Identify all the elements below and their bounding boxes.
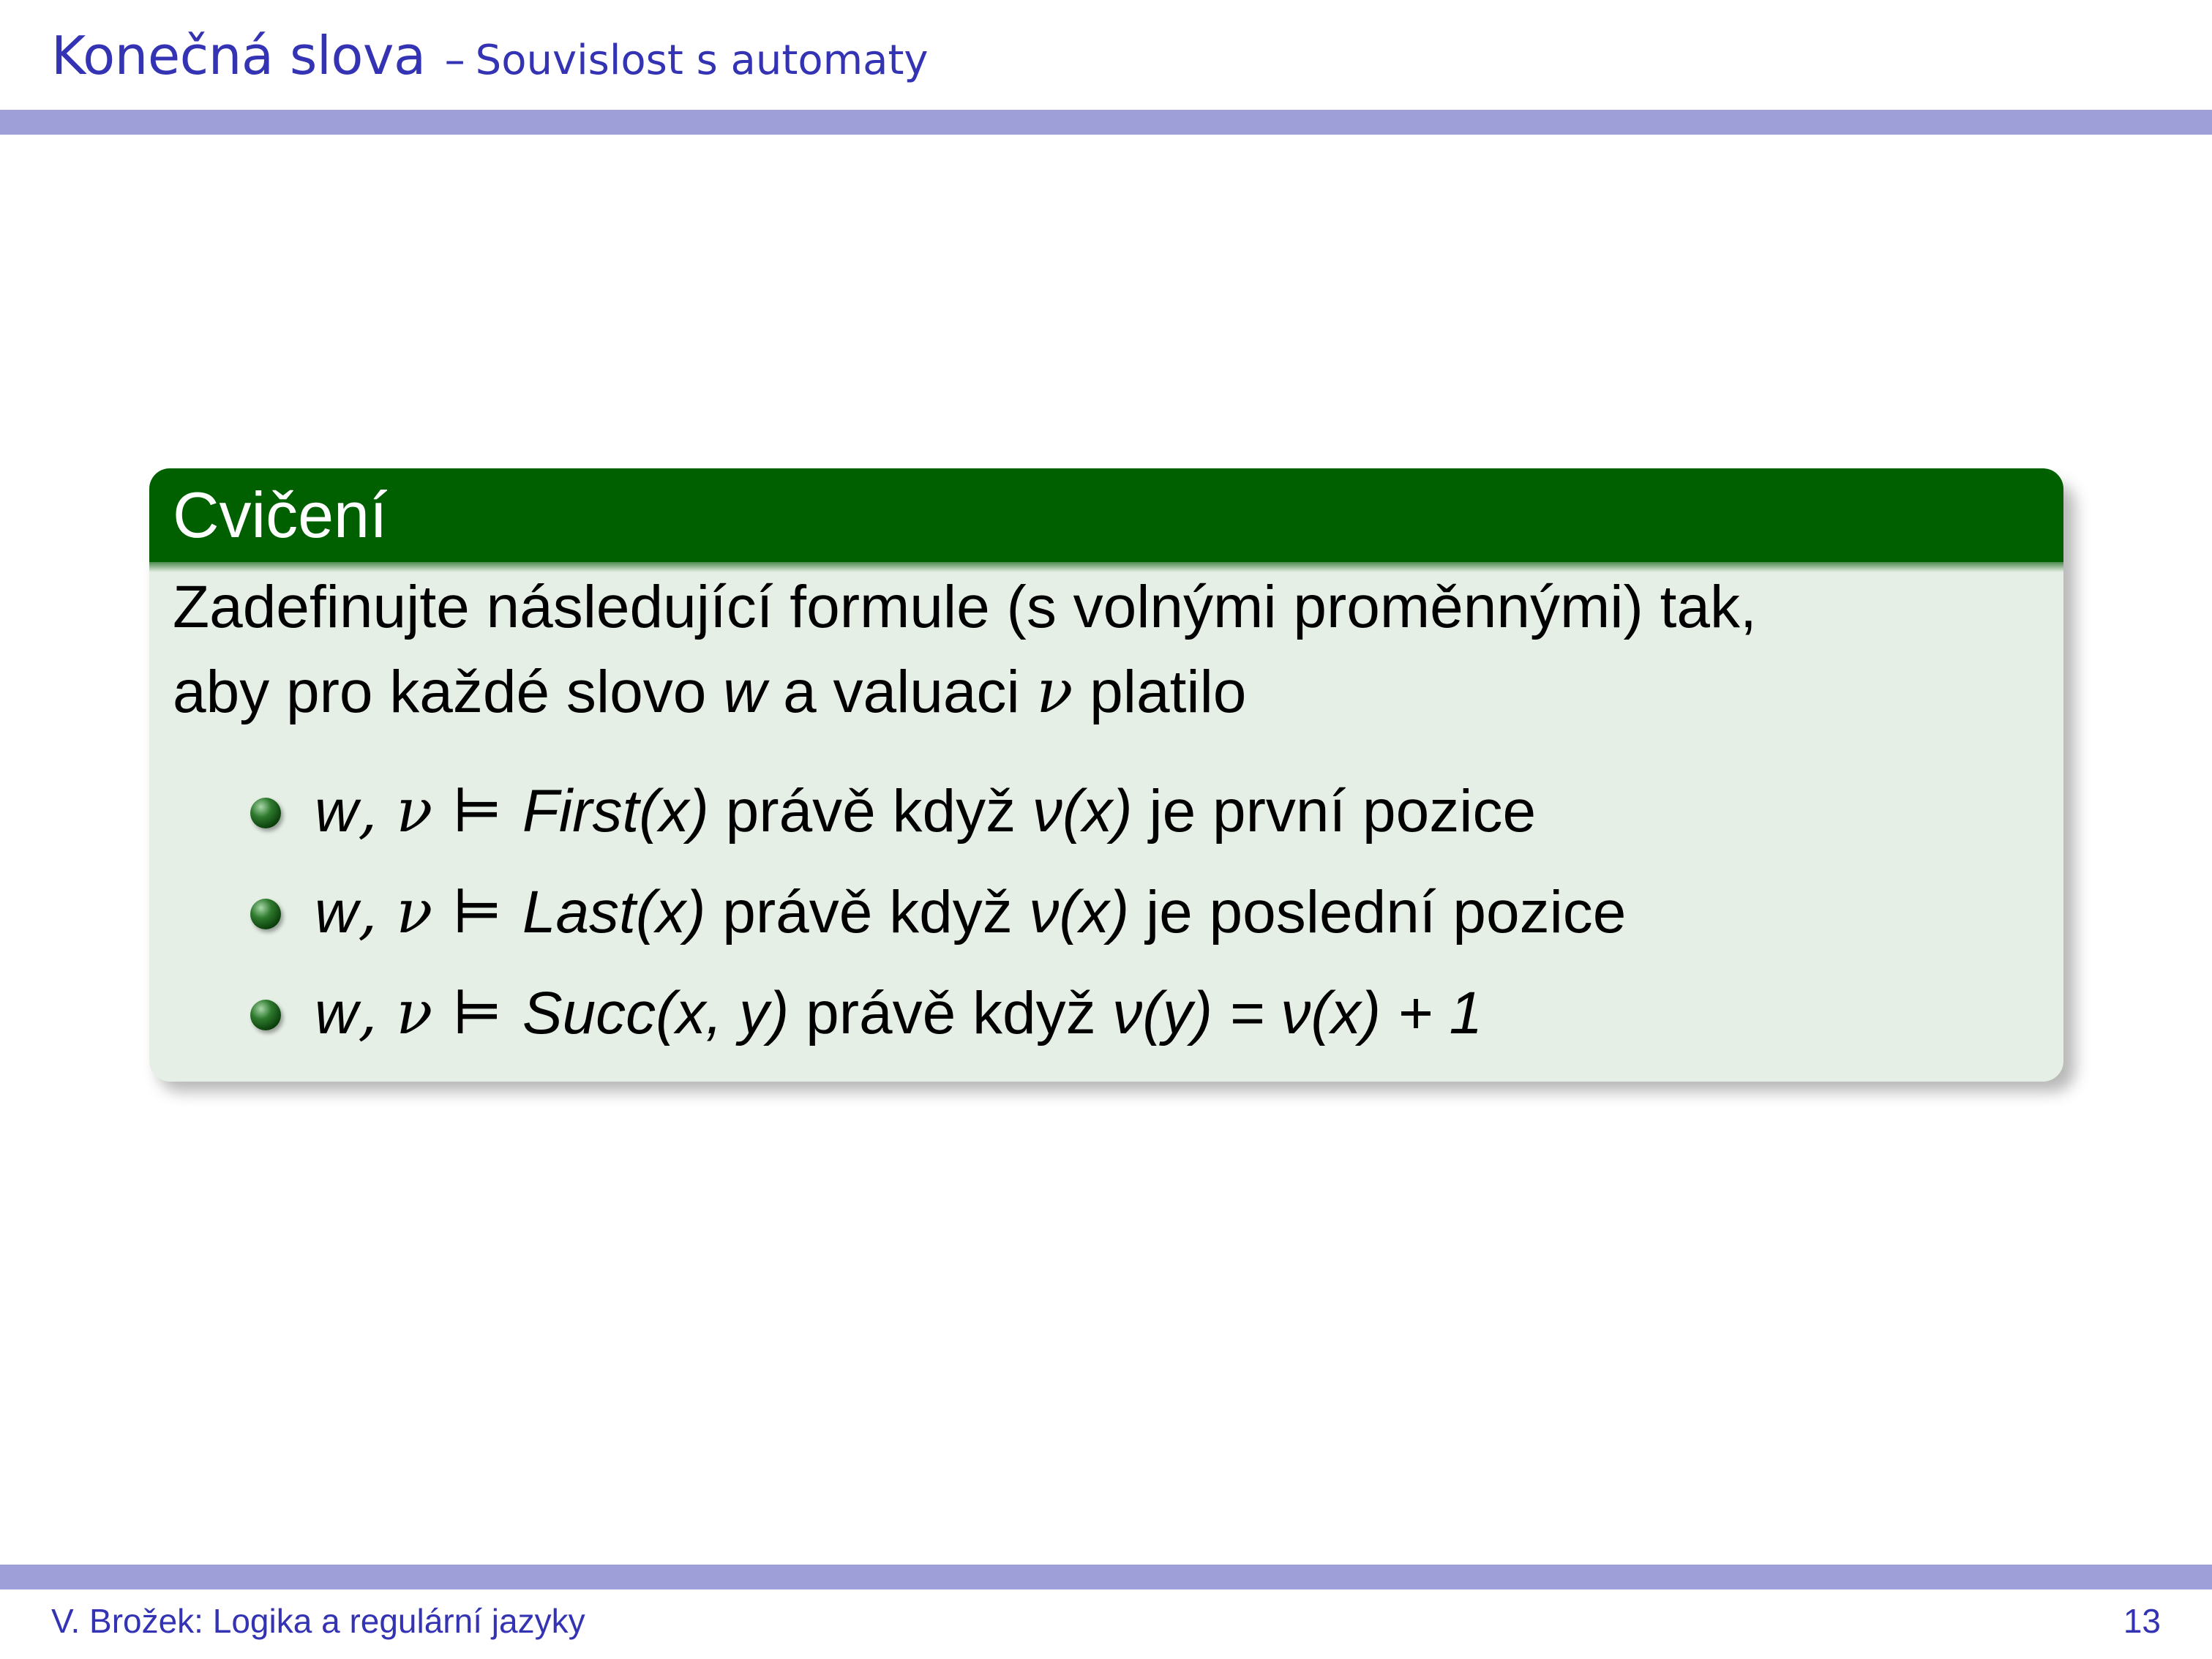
item-formula: Last — [522, 879, 636, 945]
intro-var-w: w — [723, 659, 767, 725]
item-comma-nu: , ν — [358, 877, 433, 947]
item-args: (x) — [639, 778, 709, 845]
title-separator: – — [444, 37, 465, 84]
item-comma-nu: , ν — [358, 978, 433, 1048]
formula-list: w, ν ⊨ First(x) právě když ν(x) je první… — [173, 761, 2063, 1064]
footer-bar — [0, 1565, 2212, 1589]
item-models: ⊨ — [432, 978, 522, 1048]
footer-author-title: V. Brožek: Logika a regulární jazyky — [51, 1602, 585, 1640]
item-text: právě když — [708, 778, 1032, 845]
item-condition: ν(x) — [1032, 778, 1133, 845]
item-rest: je první pozice — [1132, 778, 1537, 845]
intro-text-c: platilo — [1073, 659, 1247, 725]
item-condition: ν(x) — [1029, 879, 1130, 945]
item-formula: First — [522, 778, 640, 845]
item-rest: je poslední pozice — [1129, 879, 1627, 945]
item-text: právě když — [789, 980, 1113, 1046]
item-models: ⊨ — [432, 776, 522, 846]
page-number: 13 — [2123, 1602, 2161, 1640]
slide-title: Konečná slova — [51, 25, 426, 86]
block-title: Cvičení — [149, 468, 2063, 562]
item-var-w: w — [315, 778, 359, 845]
intro-line-1: Zadefinujte následující formule (s volný… — [173, 574, 1757, 640]
item-formula: Succ — [522, 980, 656, 1046]
slide-header: Konečná slova – Souvislost s automaty — [51, 25, 929, 105]
item-condition: ν(y) = ν(x) + 1 — [1112, 980, 1483, 1046]
slide-subtitle: Souvislost s automaty — [475, 37, 929, 84]
intro-var-nu: ν — [1036, 657, 1073, 727]
bullet-ball-icon — [250, 798, 281, 828]
block-intro: Zadefinujte následující formule (s volný… — [173, 565, 2063, 735]
item-args: (x, y) — [656, 980, 790, 1046]
header-bar — [0, 110, 2212, 135]
intro-line-2: aby pro každé slovo w a valuaci ν platil… — [173, 650, 2063, 735]
item-args: (x) — [635, 879, 706, 945]
bullet-ball-icon — [250, 1000, 281, 1030]
block-body: Zadefinujte následující formule (s volný… — [149, 565, 2063, 1064]
intro-text-a: aby pro každé slovo — [173, 659, 724, 725]
item-text: právě když — [705, 879, 1030, 945]
list-item-first: w, ν ⊨ First(x) právě když ν(x) je první… — [243, 761, 2063, 862]
bullet-ball-icon — [250, 899, 281, 929]
list-item-succ: w, ν ⊨ Succ(x, y) právě když ν(y) = ν(x)… — [243, 963, 2063, 1064]
item-var-w: w — [315, 879, 359, 945]
intro-text-b: a valuaci — [766, 659, 1037, 725]
exercise-block: Cvičení Zadefinujte následující formule … — [149, 468, 2063, 1082]
item-models: ⊨ — [432, 877, 522, 947]
list-item-last: w, ν ⊨ Last(x) právě když ν(x) je posled… — [243, 862, 2063, 963]
item-var-w: w — [315, 980, 359, 1046]
item-comma-nu: , ν — [358, 776, 433, 846]
slide: Konečná slova – Souvislost s automaty Cv… — [0, 0, 2212, 1659]
